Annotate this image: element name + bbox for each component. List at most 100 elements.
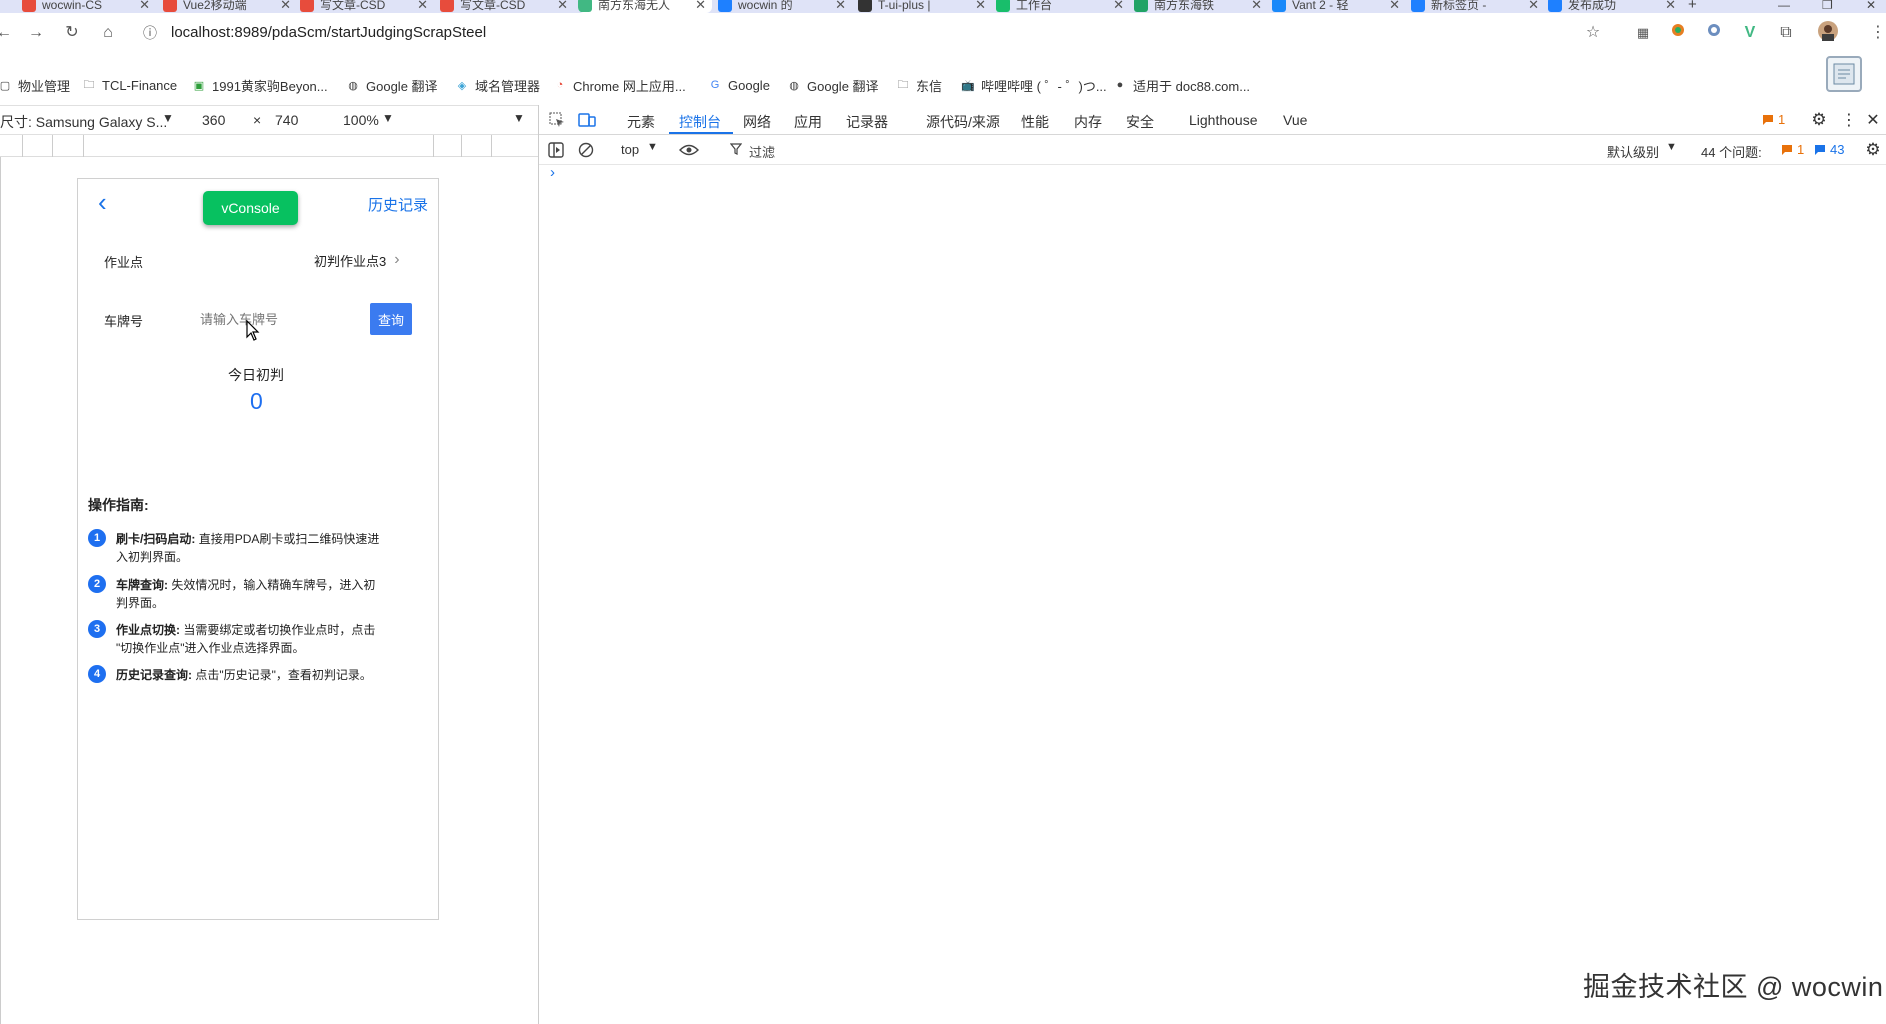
- issues-label[interactable]: 44 个问题:: [1701, 142, 1762, 161]
- devtools-tab[interactable]: 网络: [743, 112, 771, 132]
- reading-list-icon[interactable]: [1826, 56, 1862, 92]
- menu-icon[interactable]: ⋮: [1868, 23, 1886, 43]
- close-tab-icon[interactable]: ✕: [280, 0, 291, 13]
- height-input[interactable]: 740: [275, 112, 298, 128]
- devtools-tab[interactable]: 控制台: [679, 112, 721, 132]
- filter-input[interactable]: 过滤: [749, 142, 775, 161]
- close-tab-icon[interactable]: ✕: [1113, 0, 1124, 13]
- home-icon[interactable]: ⌂: [98, 23, 118, 43]
- devtools-tab[interactable]: 源代码/来源: [926, 112, 1000, 132]
- eye-icon[interactable]: [678, 141, 700, 159]
- avatar[interactable]: [1818, 21, 1838, 41]
- bookmark-item[interactable]: ▣ 1991黄家驹Beyon...: [192, 73, 328, 97]
- forward-icon[interactable]: →: [26, 23, 46, 43]
- devtools-tab[interactable]: 安全: [1126, 112, 1154, 132]
- issues-info-count[interactable]: 43: [1830, 142, 1844, 157]
- more-options-icon[interactable]: ▼: [513, 111, 525, 125]
- extension-b-icon[interactable]: [1704, 23, 1724, 43]
- back-icon[interactable]: ←: [0, 23, 14, 43]
- error-badge-icon[interactable]: [1761, 113, 1775, 127]
- browser-tab[interactable]: 南方东海无人 ✕: [578, 0, 712, 13]
- console-settings-icon[interactable]: ⚙: [1863, 140, 1883, 160]
- new-tab-button[interactable]: +: [1688, 0, 1697, 13]
- browser-tab[interactable]: 写文章-CSD ✕: [440, 0, 574, 13]
- device-select[interactable]: 尺寸: Samsung Galaxy S...: [0, 112, 167, 132]
- back-button[interactable]: ‹: [98, 187, 107, 218]
- close-tab-icon[interactable]: ✕: [1665, 0, 1676, 13]
- bookmark-item[interactable]: ▢ 物业管理: [0, 73, 70, 97]
- issues-errors-count[interactable]: 1: [1797, 142, 1804, 157]
- close-tab-icon[interactable]: ✕: [139, 0, 150, 13]
- bookmark-item[interactable]: 🗀 TCL-Finance: [82, 73, 178, 97]
- bookmark-item[interactable]: ◍ Google 翻译: [346, 73, 437, 97]
- extensions-icon[interactable]: ⧉: [1776, 23, 1796, 43]
- bookmark-item[interactable]: G Google: [708, 73, 770, 97]
- minimize-icon[interactable]: —: [1778, 0, 1790, 13]
- bookmark-item[interactable]: 🗀 东信: [896, 73, 943, 97]
- bookmark-item[interactable]: 📺 哔哩哔哩 ( ゜- ゜)つ...: [961, 73, 1107, 97]
- close-window-icon[interactable]: ✕: [1866, 0, 1876, 13]
- devtools-tab[interactable]: 内存: [1074, 112, 1102, 132]
- width-input[interactable]: 360: [202, 112, 225, 128]
- chevron-down-icon[interactable]: ▼: [1666, 141, 1677, 153]
- devtools-tab[interactable]: 元素: [627, 112, 655, 132]
- browser-tab[interactable]: Vant 2 - 轻 ✕: [1272, 0, 1406, 13]
- chevron-down-icon[interactable]: ▼: [382, 111, 394, 125]
- browser-tab[interactable]: 新标签页 - ✕: [1411, 0, 1545, 13]
- reload-icon[interactable]: ↻: [62, 23, 82, 43]
- maximize-icon[interactable]: ❐: [1822, 0, 1833, 13]
- star-icon[interactable]: ☆: [1583, 23, 1603, 43]
- close-tab-icon[interactable]: ✕: [1528, 0, 1539, 13]
- workpoint-selector[interactable]: 初判作业点3 ›: [314, 249, 424, 271]
- close-tab-icon[interactable]: ✕: [835, 0, 846, 13]
- browser-tab[interactable]: 工作台 ✕: [996, 0, 1130, 13]
- devtools-tab[interactable]: 记录器: [846, 112, 888, 132]
- close-tab-icon[interactable]: ✕: [1251, 0, 1262, 13]
- devtools-tab[interactable]: Lighthouse: [1189, 112, 1258, 128]
- inspect-element-icon[interactable]: [547, 110, 567, 130]
- error-count[interactable]: 1: [1778, 112, 1785, 127]
- chevron-down-icon[interactable]: ▼: [647, 141, 658, 153]
- browser-tab[interactable]: T-ui-plus | ✕: [858, 0, 992, 13]
- bookmark-item[interactable]: ◈ 域名管理器: [455, 73, 540, 97]
- device-toggle-icon[interactable]: [577, 110, 597, 130]
- pane-splitter[interactable]: [538, 105, 539, 1024]
- bookmark-item[interactable]: ◔ Chrome 网上应用...: [553, 73, 686, 97]
- close-icon[interactable]: ✕: [1863, 110, 1883, 130]
- url-input[interactable]: localhost:8989/pdaScm/startJudgingScrapS…: [171, 24, 486, 41]
- close-tab-icon[interactable]: ✕: [417, 0, 428, 13]
- browser-tab[interactable]: 发布成功 ✕: [1548, 0, 1682, 13]
- devtools-tab[interactable]: 性能: [1021, 112, 1049, 132]
- zoom-select[interactable]: 100%: [343, 112, 379, 128]
- issue-info-icon[interactable]: [1813, 143, 1827, 157]
- settings-icon[interactable]: ⚙: [1809, 110, 1829, 130]
- site-info-icon[interactable]: ⓘ: [140, 23, 160, 43]
- close-tab-icon[interactable]: ✕: [695, 0, 706, 13]
- devtools-tab[interactable]: Vue: [1283, 112, 1307, 128]
- browser-tab[interactable]: Vue2移动端 ✕: [163, 0, 297, 13]
- qr-icon[interactable]: ▦: [1633, 23, 1653, 43]
- log-level-select[interactable]: 默认级别: [1607, 142, 1659, 161]
- close-tab-icon[interactable]: ✕: [975, 0, 986, 13]
- bookmark-item[interactable]: ◍ Google 翻译: [787, 73, 878, 97]
- console-prompt[interactable]: ›: [550, 164, 555, 181]
- history-link[interactable]: 历史记录: [368, 194, 428, 215]
- browser-tab[interactable]: 南方东海铁 ✕: [1134, 0, 1268, 13]
- bookmark-item[interactable]: ● 适用于 doc88.com...: [1113, 73, 1250, 97]
- context-select[interactable]: top: [621, 142, 639, 157]
- vue-devtools-icon[interactable]: V: [1740, 23, 1760, 43]
- query-button[interactable]: 查询: [370, 303, 412, 335]
- browser-tab[interactable]: wocwin-CS ✕: [22, 0, 156, 13]
- close-tab-icon[interactable]: ✕: [557, 0, 568, 13]
- issue-error-icon[interactable]: [1780, 143, 1794, 157]
- chevron-down-icon[interactable]: ▼: [162, 111, 174, 125]
- sidebar-toggle-icon[interactable]: [547, 141, 565, 159]
- devtools-tab[interactable]: 应用: [794, 112, 822, 132]
- browser-tab[interactable]: wocwin 的 ✕: [718, 0, 852, 13]
- browser-tab[interactable]: 写文章-CSD ✕: [300, 0, 434, 13]
- extension-a-icon[interactable]: [1668, 23, 1688, 43]
- close-tab-icon[interactable]: ✕: [1389, 0, 1400, 13]
- clear-console-icon[interactable]: [577, 141, 595, 159]
- vconsole-button[interactable]: vConsole: [203, 191, 298, 225]
- more-icon[interactable]: ⋮: [1839, 110, 1859, 130]
